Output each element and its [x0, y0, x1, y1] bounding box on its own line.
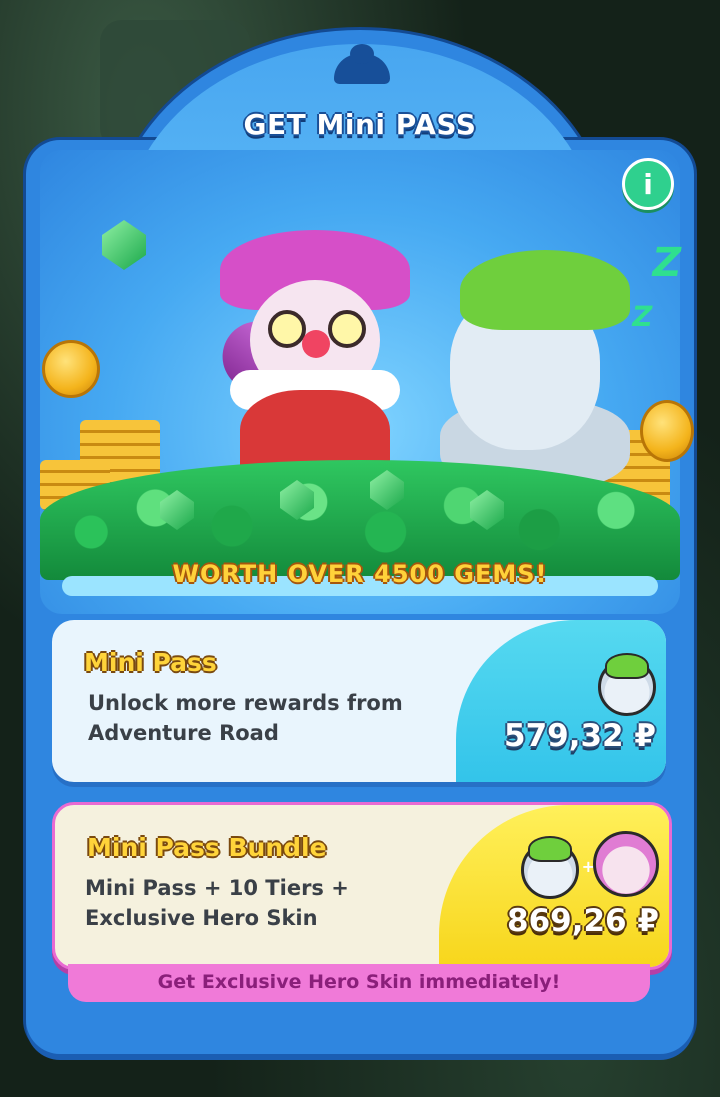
offer-title: Mini Pass: [84, 648, 217, 677]
coin: [42, 340, 100, 398]
hero-artwork: Z Z: [40, 190, 694, 590]
bundle-ribbon: Get Exclusive Hero Skin immediately!: [68, 964, 650, 1002]
gem-icon: [102, 220, 146, 270]
yeti-hero-icon: [521, 836, 579, 899]
sleep-z-icon: Z: [647, 240, 686, 286]
jester-hero-icon: [593, 831, 659, 897]
price-button[interactable]: 579,32 ₽: [504, 718, 656, 754]
offer-description: Mini Pass + 10 Tiers + Exclusive Hero Sk…: [85, 876, 349, 930]
offer-mini-pass-bundle[interactable]: Mini Pass Bundle Mini Pass + 10 Tiers + …: [52, 802, 672, 970]
sleep-z-icon: Z: [629, 300, 656, 333]
worth-text: WORTH OVER 4500 GEMS!: [172, 560, 548, 588]
yeti-hero-icon: [598, 653, 656, 716]
panel-title: GET Mini PASS: [243, 108, 477, 141]
offer-title: Mini Pass Bundle: [87, 833, 327, 862]
offer-mini-pass[interactable]: Mini Pass Unlock more rewards from Adven…: [52, 620, 666, 782]
price-button[interactable]: 869,26 ₽: [507, 903, 659, 939]
mini-pass-panel: GET Mini PASS i Z Z WORTH OVER 4500 GEMS…: [26, 30, 694, 1054]
offer-description: Unlock more rewards from Adventure Road: [88, 691, 403, 745]
jester-hero: [208, 230, 420, 490]
coin: [640, 400, 694, 462]
yeti-hero: [420, 250, 640, 490]
